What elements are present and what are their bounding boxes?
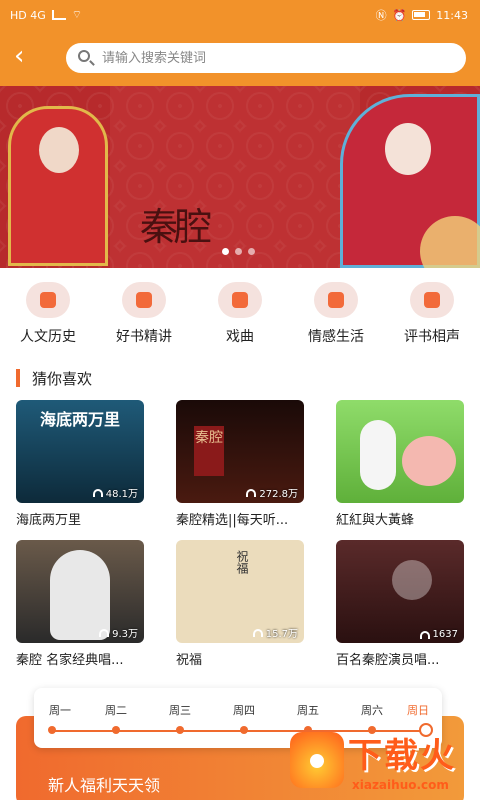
banner-carousel[interactable]: 秦腔 [0, 86, 480, 268]
section-title: 猜你喜欢 [32, 369, 93, 388]
play-count: 9.3万 [99, 625, 138, 640]
day-node [48, 726, 56, 734]
album-cover: 9.3万 [16, 540, 144, 643]
album-card[interactable]: 海底两万里 48.1万 海底两万里 [16, 400, 146, 528]
header: HD 4G ⌔ Ⓝ ⏰ 11:43 ‹ [0, 0, 480, 86]
album-card[interactable]: 1637 百名秦腔演员唱... [336, 540, 466, 668]
category-label: 好书精讲 [116, 329, 172, 345]
watermark-url: xiazaihuo.com [352, 778, 449, 792]
status-left: HD 4G ⌔ [10, 8, 82, 22]
promo-title: 新人福利天天领 [48, 776, 161, 795]
album-cover: 1637 [336, 540, 464, 643]
category-label: 人文历史 [20, 329, 76, 345]
headphones-icon [246, 488, 257, 497]
category-label: 评书相声 [404, 329, 460, 345]
carousel-dot[interactable] [222, 248, 229, 255]
album-card[interactable]: 9.3万 秦腔 名家经典唱... [16, 540, 146, 668]
album-card[interactable]: 紅紅與大黃蜂 [336, 400, 466, 528]
play-count: 48.1万 [92, 485, 138, 500]
play-count-value: 15.7万 [265, 629, 298, 640]
network-label: HD 4G [10, 8, 46, 22]
album-title: 紅紅與大黃蜂 [336, 513, 415, 528]
headphones-icon [99, 628, 110, 637]
category-label: 情感生活 [308, 329, 364, 345]
alarm-icon: ⏰ [392, 8, 407, 22]
pig-illustration [402, 436, 456, 486]
nfc-icon: Ⓝ [375, 9, 387, 22]
album-title: 秦腔精选||每天听... [176, 513, 289, 528]
play-count: 272.8万 [246, 485, 298, 500]
section-accent-bar [16, 369, 20, 387]
section-header: 猜你喜欢 [16, 368, 92, 388]
carousel-dot[interactable] [235, 248, 242, 255]
album-title: 祝福 [176, 653, 203, 668]
flame-logo-icon [290, 732, 344, 788]
ball-stick-icon [410, 282, 454, 318]
play-count-value: 48.1万 [105, 489, 138, 500]
album-cover: 海底两万里 48.1万 [16, 400, 144, 503]
chevron-left-icon: ‹ [14, 41, 25, 71]
watermark: 下载火 xiazaihuo.com [290, 728, 480, 800]
day-node [112, 726, 120, 734]
album-cover: 祝福 15.7万 [176, 540, 304, 643]
wifi-fan-icon [218, 282, 262, 318]
opera-performer-left [8, 106, 108, 266]
category-storytelling[interactable]: 评书相声 [392, 282, 472, 346]
album-title: 百名秦腔演员唱... [336, 653, 440, 668]
category-history[interactable]: 人文历史 [8, 282, 88, 346]
day-node [176, 726, 184, 734]
category-books[interactable]: 好书精讲 [104, 282, 184, 346]
play-count-value: 272.8万 [259, 489, 298, 500]
category-emotion[interactable]: 情感生活 [296, 282, 376, 346]
day-label[interactable]: 周五 [297, 702, 319, 718]
day-label-active[interactable]: 周日 [407, 702, 429, 718]
search-icon [78, 50, 90, 62]
album-cover [336, 400, 464, 503]
day-label[interactable]: 周四 [233, 702, 255, 718]
category-row: 人文历史 好书精讲 戏曲 情感生活 评书相声 [0, 282, 480, 352]
category-label: 戏曲 [226, 329, 254, 345]
cover-title: 海底两万里 [40, 410, 121, 429]
status-bar: HD 4G ⌔ Ⓝ ⏰ 11:43 [0, 0, 480, 30]
wifi-icon: ⌔ [71, 8, 83, 21]
app-root: HD 4G ⌔ Ⓝ ⏰ 11:43 ‹ 秦腔 [0, 0, 480, 800]
play-count-value: 9.3万 [112, 629, 138, 640]
play-count-value: 1637 [432, 629, 458, 640]
bookmark-book-icon [122, 282, 166, 318]
signal-icon [51, 10, 66, 20]
day-label[interactable]: 周六 [361, 702, 383, 718]
day-label[interactable]: 周三 [169, 702, 191, 718]
category-opera[interactable]: 戏曲 [200, 282, 280, 346]
play-count: 15.7万 [252, 625, 298, 640]
album-cover: 秦腔 272.8万 [176, 400, 304, 503]
headphones-icon [419, 630, 430, 639]
book-icon [26, 282, 70, 318]
headphones-icon [252, 628, 263, 637]
battery-icon [412, 10, 431, 20]
watermark-title: 下载火 [348, 736, 456, 776]
play-icon [392, 560, 432, 600]
day-node [240, 726, 248, 734]
play-count: 1637 [419, 629, 458, 640]
cover-title: 秦腔 [194, 426, 224, 476]
banner-title: 秦腔 [140, 205, 212, 249]
rabbit-illustration [360, 420, 396, 490]
album-title: 海底两万里 [16, 513, 82, 528]
search-input[interactable] [102, 49, 442, 67]
carousel-indicator [222, 248, 255, 255]
day-label[interactable]: 周二 [105, 702, 127, 718]
cover-title: 祝福 [235, 550, 249, 574]
clock-time: 11:43 [436, 8, 468, 22]
leaf-icon [314, 282, 358, 318]
album-title: 秦腔 名家经典唱... [16, 653, 124, 668]
day-label[interactable]: 周一 [49, 702, 71, 718]
album-card[interactable]: 祝福 15.7万 祝福 [176, 540, 306, 668]
album-card[interactable]: 秦腔 272.8万 秦腔精选||每天听... [176, 400, 306, 528]
search-bar[interactable] [66, 43, 466, 73]
back-button[interactable]: ‹ [14, 42, 38, 70]
status-right: Ⓝ ⏰ 11:43 [376, 7, 468, 23]
carousel-dot[interactable] [248, 248, 255, 255]
headphones-icon [92, 488, 103, 497]
